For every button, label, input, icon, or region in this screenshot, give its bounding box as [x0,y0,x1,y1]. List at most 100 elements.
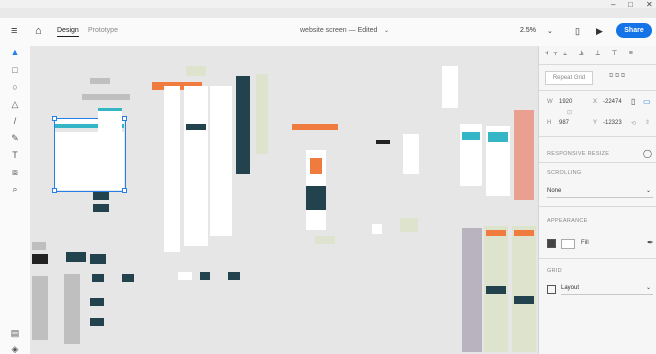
resize-handle[interactable] [52,116,57,121]
x-label: X [593,99,598,105]
artboard-thumbnail[interactable] [90,298,104,306]
artboard-thumbnail[interactable] [442,66,458,108]
design-canvas[interactable] [30,46,538,354]
fill-label: Fill [581,240,589,246]
portrait-icon[interactable]: ▯ [631,97,635,106]
artboard-thumbnail[interactable] [93,192,109,200]
artboard-thumbnail[interactable] [64,274,80,344]
artboard-thumbnail[interactable] [236,76,250,174]
scrolling-select[interactable]: None ⌄ [547,186,653,198]
text-tool-icon[interactable]: T [10,150,20,160]
resize-handle[interactable] [122,188,127,193]
layers-icon[interactable]: ◈ [10,344,20,354]
eyedropper-icon[interactable]: ✒ [647,238,654,247]
tab-design[interactable]: Design [57,27,79,37]
responsive-resize-label: RESPONSIVE RESIZE [547,151,610,157]
document-title[interactable]: website screen — Edited [300,27,377,34]
rectangle-tool-icon[interactable]: □ [10,65,20,75]
artboard-section [488,132,508,142]
responsive-resize-toggle[interactable]: ◯ [643,149,652,158]
resize-handle[interactable] [122,116,127,121]
fill-checkbox[interactable] [547,239,556,248]
artboard-thumbnail[interactable] [186,66,206,76]
select-tool-icon[interactable]: ▲ [10,47,20,57]
chevron-down-icon[interactable]: ⌄ [384,27,389,34]
artboard-thumbnail[interactable] [184,86,208,246]
artboard-thumbnail[interactable] [122,274,134,282]
close-button[interactable]: ✕ [646,0,653,9]
artboard-header [98,108,122,111]
artboard-thumbnail[interactable] [200,272,210,280]
flip-icon[interactable]: ⇕ [645,119,650,126]
artboard-thumbnail[interactable] [514,110,534,200]
artboard-thumbnail[interactable] [32,242,46,250]
artboard-thumbnail[interactable] [376,140,390,144]
play-preview-icon[interactable]: ▶ [596,26,603,37]
line-tool-icon[interactable]: / [10,116,20,126]
artboard-thumbnail[interactable] [315,236,335,244]
chevron-down-icon: ⌄ [645,188,651,194]
fill-color-swatch[interactable] [561,239,575,249]
artboard-tool-icon[interactable]: ⧈ [10,167,20,177]
artboard-thumbnail[interactable] [93,204,109,212]
rotate-icon[interactable]: ⟲ [631,120,636,127]
grid-checkbox[interactable] [547,285,556,294]
zoom-dropdown-icon[interactable]: ⌄ [547,27,553,35]
artboard-thumbnail[interactable] [32,254,48,264]
artboard-thumbnail[interactable] [372,224,382,234]
share-button[interactable]: Share [616,23,652,38]
tool-bar: ▲ □ ○ △ / ✎ T ⧈ ⌕ ▤ ◈ [0,46,31,354]
artboard-section [310,158,322,174]
home-icon[interactable]: ⌂ [35,25,42,37]
artboard-thumbnail[interactable] [90,254,106,264]
polygon-tool-icon[interactable]: △ [10,99,20,109]
ellipse-tool-icon[interactable]: ○ [10,82,20,92]
artboard-thumbnail[interactable] [90,78,110,84]
landscape-icon[interactable]: ▭ [643,97,651,106]
height-field[interactable]: 987 [559,120,569,126]
artboard-thumbnail[interactable] [228,272,240,280]
artboard-thumbnail[interactable] [98,108,122,190]
assets-icon[interactable]: ▤ [10,328,20,338]
width-label: W [547,99,553,105]
minimize-button[interactable]: – [611,0,615,9]
device-preview-icon[interactable]: ▯ [575,26,580,37]
hamburger-icon[interactable]: ≡ [11,25,17,37]
artboard-thumbnail[interactable] [462,228,482,352]
artboard-section [306,186,326,210]
artboard-thumbnail[interactable] [512,226,536,352]
artboard-thumbnail[interactable] [256,74,268,154]
artboard-section [462,132,480,140]
repeat-grid-button[interactable]: Repeat Grid [545,71,593,85]
artboard-thumbnail[interactable] [400,218,418,232]
maximize-button[interactable]: □ [628,0,633,9]
y-label: Y [593,120,598,126]
boolean-ops-icons[interactable]: ⧉ ⧉ ⧉ [609,73,625,80]
lock-aspect-icon[interactable]: ⊡ [567,109,572,116]
artboard-thumbnail[interactable] [178,272,192,280]
artboard-thumbnail[interactable] [403,134,419,174]
artboard-thumbnail[interactable] [66,252,86,262]
artboard-thumbnail[interactable] [82,94,130,100]
divider [539,64,656,65]
window-titlebar [0,0,656,8]
width-field[interactable]: 1920 [559,99,572,105]
artboard-section [486,230,506,236]
zoom-level[interactable]: 2.5% [520,27,536,34]
artboard-thumbnail[interactable] [92,274,104,282]
tab-prototype[interactable]: Prototype [88,27,118,34]
artboard-thumbnail[interactable] [164,86,180,252]
align-toolbar[interactable]: ⫞⫟⫠ ⫡ ⊥ ⊤ ≡ [545,50,638,58]
x-field[interactable]: -22474 [603,99,622,105]
artboard-thumbnail[interactable] [210,86,232,236]
artboard-thumbnail[interactable] [32,276,48,340]
artboard-thumbnail[interactable] [292,124,338,130]
artboard-thumbnail[interactable] [90,318,104,326]
resize-handle[interactable] [52,188,57,193]
zoom-tool-icon[interactable]: ⌕ [10,184,20,194]
scrolling-label: SCROLLING [547,170,582,176]
y-field[interactable]: -12323 [603,120,622,126]
pen-tool-icon[interactable]: ✎ [10,133,20,143]
grid-type-select[interactable]: Layout ⌄ [561,283,653,295]
chevron-down-icon: ⌄ [645,285,651,291]
